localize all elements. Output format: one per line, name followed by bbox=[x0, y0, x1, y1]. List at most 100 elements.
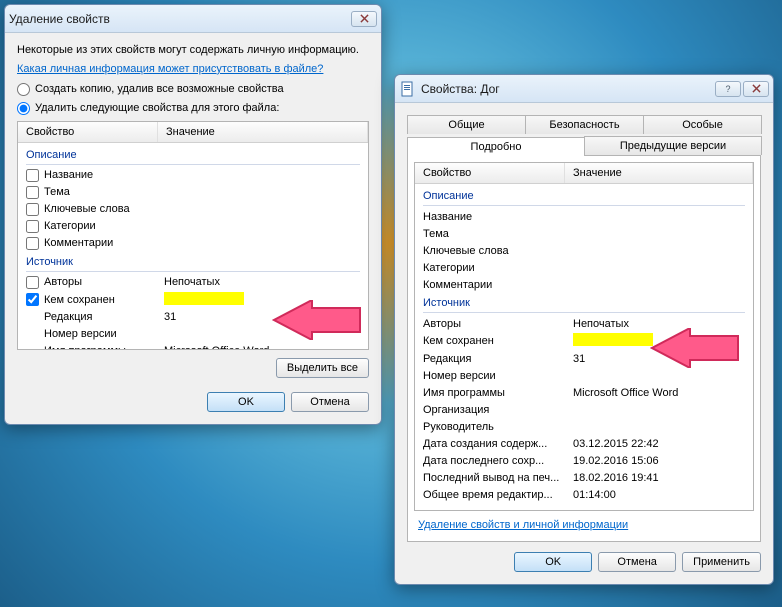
cancel-button[interactable]: Отмена bbox=[291, 392, 369, 412]
list-item[interactable]: Последний вывод на печ...18.02.2016 19:4… bbox=[415, 469, 753, 486]
tab[interactable]: Подробно bbox=[407, 137, 585, 156]
property-label: Тема bbox=[44, 186, 164, 198]
property-label: Авторы bbox=[423, 318, 573, 330]
list-item[interactable]: Тема bbox=[415, 225, 753, 242]
tab[interactable]: Особые bbox=[643, 115, 762, 134]
group-header: Описание bbox=[415, 186, 753, 205]
details-list: Свойство Значение Описание Название Тема Кл… bbox=[414, 162, 754, 511]
list-item[interactable]: Комментарии bbox=[415, 276, 753, 293]
list-item[interactable]: Тема bbox=[18, 184, 368, 201]
list-item[interactable]: Название bbox=[18, 167, 368, 184]
property-label: Последний вывод на печ... bbox=[423, 472, 573, 484]
list-item[interactable]: Ключевые слова bbox=[18, 201, 368, 218]
property-label: Дата последнего сохр... bbox=[423, 455, 573, 467]
hint-text: Некоторые из этих свойств могут содержат… bbox=[17, 43, 369, 58]
tab[interactable]: Общие bbox=[407, 115, 526, 134]
select-all-button[interactable]: Выделить все bbox=[276, 358, 369, 378]
group-header: Описание bbox=[18, 145, 368, 164]
list-item[interactable]: Имя программыMicrosoft Office Word bbox=[18, 343, 368, 349]
list-item[interactable]: Редакция31 bbox=[415, 350, 753, 367]
property-label: Комментарии bbox=[44, 237, 164, 249]
list-item[interactable]: Кем сохранен bbox=[18, 291, 368, 309]
list-body[interactable]: Описание Название Тема Ключевые слова Катего… bbox=[415, 184, 753, 510]
list-item[interactable]: Категории bbox=[18, 218, 368, 235]
property-label: Ключевые слова bbox=[423, 245, 573, 257]
group-header: Источник bbox=[415, 293, 753, 312]
list-item[interactable]: Руководитель bbox=[415, 418, 753, 435]
col-property[interactable]: Свойство bbox=[18, 122, 158, 142]
col-property[interactable]: Свойство bbox=[415, 163, 565, 183]
list-item[interactable]: АвторыНепочатых bbox=[18, 274, 368, 291]
property-value bbox=[164, 292, 360, 308]
property-value: 31 bbox=[164, 311, 360, 323]
cancel-button[interactable]: Отмена bbox=[598, 552, 676, 572]
property-label: Кем сохранен bbox=[423, 335, 573, 347]
list-item[interactable]: Имя программыMicrosoft Office Word bbox=[415, 384, 753, 401]
file-properties-dialog: Свойства: Дог ? ОбщиеБезопасностьОсобые … bbox=[394, 74, 774, 585]
property-label: Авторы bbox=[44, 276, 164, 288]
radio-remove-selected-input[interactable] bbox=[17, 102, 30, 115]
list-header: Свойство Значение bbox=[18, 122, 368, 143]
document-icon bbox=[399, 81, 415, 97]
radio-create-copy[interactable]: Создать копию, удалив все возможные свой… bbox=[17, 83, 369, 96]
close-button[interactable] bbox=[351, 11, 377, 27]
property-label: Организация bbox=[423, 404, 573, 416]
hint-link[interactable]: Какая личная информация может присутство… bbox=[17, 63, 323, 75]
tab[interactable]: Безопасность bbox=[525, 115, 644, 134]
list-item[interactable]: Дата последнего сохр...19.02.2016 15:06 bbox=[415, 452, 753, 469]
group-header: Источник bbox=[18, 252, 368, 271]
list-item[interactable]: Кем сохранен bbox=[415, 332, 753, 350]
apply-button[interactable]: Применить bbox=[682, 552, 761, 572]
close-button[interactable] bbox=[743, 81, 769, 97]
property-label: Название bbox=[44, 169, 164, 181]
property-value: Microsoft Office Word bbox=[573, 387, 745, 399]
list-item[interactable]: Название bbox=[415, 208, 753, 225]
property-value bbox=[573, 333, 745, 349]
help-button[interactable]: ? bbox=[715, 81, 741, 97]
remove-properties-dialog: Удаление свойств Некоторые из этих свойс… bbox=[4, 4, 382, 425]
property-label: Название bbox=[423, 211, 573, 223]
property-checkbox[interactable] bbox=[26, 276, 39, 289]
list-body[interactable]: Описание Название Тема Ключевые слова Катего… bbox=[18, 143, 368, 349]
list-item[interactable]: Номер версии bbox=[18, 326, 368, 343]
property-checkbox[interactable] bbox=[26, 237, 39, 250]
list-item[interactable]: Общее время редактир...01:14:00 bbox=[415, 486, 753, 503]
titlebar: Свойства: Дог ? bbox=[395, 75, 773, 103]
property-label: Кем сохранен bbox=[44, 294, 164, 306]
list-item[interactable]: Организация bbox=[415, 401, 753, 418]
list-item[interactable]: Ключевые слова bbox=[415, 242, 753, 259]
col-value[interactable]: Значение bbox=[565, 163, 753, 183]
list-item[interactable]: Категории bbox=[415, 259, 753, 276]
property-value: Непочатых bbox=[164, 276, 360, 288]
property-checkbox[interactable] bbox=[26, 203, 39, 216]
remove-properties-link[interactable]: Удаление свойств и личной информации bbox=[418, 519, 628, 531]
ok-button[interactable]: OK bbox=[207, 392, 285, 412]
redacted-highlight bbox=[573, 333, 653, 346]
property-label: Редакция bbox=[423, 353, 573, 365]
property-checkbox[interactable] bbox=[26, 220, 39, 233]
property-value: 19.02.2016 15:06 bbox=[573, 455, 745, 467]
list-item[interactable]: АвторыНепочатых bbox=[415, 315, 753, 332]
list-item[interactable]: Комментарии bbox=[18, 235, 368, 252]
list-item[interactable]: Номер версии bbox=[415, 367, 753, 384]
radio-remove-selected[interactable]: Удалить следующие свойства для этого фай… bbox=[17, 102, 369, 115]
property-label: Редакция bbox=[44, 311, 164, 323]
tabs-row-bottom: ПодробноПредыдущие версии bbox=[407, 136, 761, 155]
property-label: Общее время редактир... bbox=[423, 489, 573, 501]
property-label: Дата создания содерж... bbox=[423, 438, 573, 450]
property-label: Ключевые слова bbox=[44, 203, 164, 215]
property-checkbox[interactable] bbox=[26, 293, 39, 306]
property-checkbox[interactable] bbox=[26, 169, 39, 182]
list-item[interactable]: Редакция31 bbox=[18, 309, 368, 326]
col-value[interactable]: Значение bbox=[158, 122, 368, 142]
list-item[interactable]: Дата создания содерж...03.12.2015 22:42 bbox=[415, 435, 753, 452]
tab[interactable]: Предыдущие версии bbox=[584, 136, 762, 155]
ok-button[interactable]: OK bbox=[514, 552, 592, 572]
window-title: Свойства: Дог bbox=[421, 82, 715, 96]
radio-create-copy-input[interactable] bbox=[17, 83, 30, 96]
property-value: 03.12.2015 22:42 bbox=[573, 438, 745, 450]
redacted-highlight bbox=[164, 292, 244, 305]
property-label: Тема bbox=[423, 228, 573, 240]
property-label: Номер версии bbox=[44, 328, 164, 340]
property-checkbox[interactable] bbox=[26, 186, 39, 199]
